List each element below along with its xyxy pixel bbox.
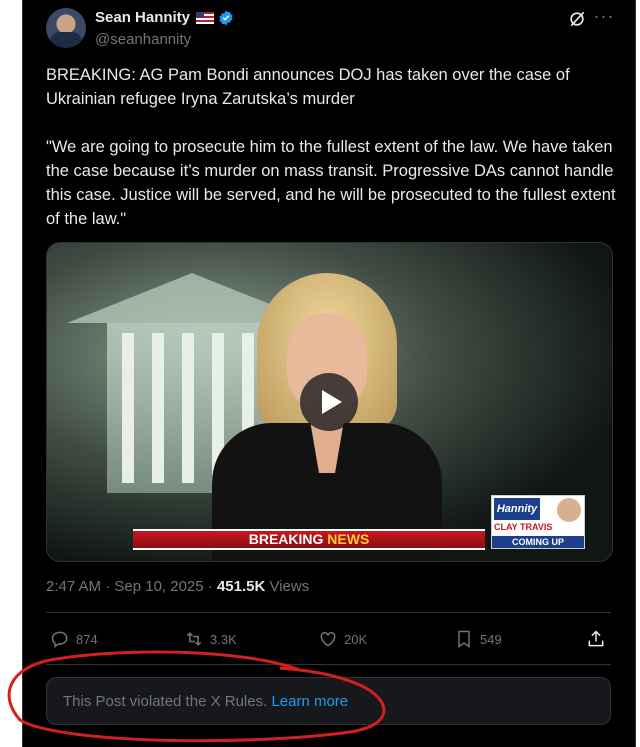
column — [182, 333, 194, 483]
action-bar: 874 3.3K 20K 549 — [46, 625, 611, 655]
author-handle[interactable]: @seanhannity — [95, 31, 191, 48]
reply-count: 874 — [76, 631, 98, 647]
banner-news-text: NEWS — [327, 531, 370, 547]
column — [122, 333, 134, 483]
post-meta: 2:47 AM · Sep 10, 2025 · 451.5K Views — [46, 578, 309, 595]
verified-badge-icon[interactable] — [218, 10, 234, 26]
author-name[interactable]: Sean Hannity — [95, 9, 190, 26]
repost-count: 3.3K — [210, 631, 237, 647]
post-card: Sean Hannity @seanhannity ··· BREAKING: … — [22, 0, 636, 747]
author-name-row[interactable]: Sean Hannity — [95, 9, 234, 26]
repost-icon — [186, 632, 202, 646]
column — [152, 333, 164, 483]
bookmark-button[interactable]: 549 — [454, 629, 502, 649]
divider — [46, 664, 611, 665]
like-button[interactable]: 20K — [318, 629, 367, 649]
us-flag-icon — [196, 11, 215, 24]
view-count: 451.5K — [216, 578, 266, 595]
learn-more-link[interactable]: Learn more — [271, 693, 348, 710]
repost-button[interactable]: 3.3K — [184, 629, 237, 649]
bookmark-count: 549 — [480, 631, 502, 647]
avatar[interactable] — [46, 8, 86, 48]
share-button[interactable] — [586, 629, 606, 649]
banner-breaking-text: BREAKING — [248, 531, 328, 547]
promo-sub: COMING UP — [492, 536, 584, 548]
post-text: BREAKING: AG Pam Bondi announces DOJ has… — [46, 66, 616, 228]
more-icon[interactable]: ··· — [593, 6, 615, 27]
coming-up-promo: Hannity CLAY TRAVIS COMING UP — [491, 495, 585, 549]
post-timestamp[interactable]: 2:47 AM · Sep 10, 2025 · — [46, 578, 217, 595]
like-count: 20K — [344, 631, 368, 647]
play-button[interactable] — [300, 373, 358, 431]
reply-icon — [51, 631, 68, 648]
grok-icon[interactable] — [567, 9, 587, 29]
video-player[interactable]: BREAKING NEWS Hannity CLAY TRAVIS COMING… — [46, 242, 613, 562]
bookmark-icon — [458, 630, 470, 648]
breaking-news-banner: BREAKING NEWS — [133, 529, 485, 550]
promo-portrait — [557, 498, 581, 522]
reply-button[interactable]: 874 — [50, 629, 98, 649]
notice-text: This Post violated the X Rules. — [63, 693, 272, 710]
views-label: Views — [265, 578, 310, 595]
rules-violation-notice: This Post violated the X Rules. Learn mo… — [46, 677, 611, 725]
share-icon — [588, 630, 604, 647]
divider — [46, 612, 611, 613]
promo-name: CLAY TRAVIS — [494, 522, 553, 532]
like-icon — [320, 631, 336, 647]
hannity-logo: Hannity — [494, 498, 540, 520]
